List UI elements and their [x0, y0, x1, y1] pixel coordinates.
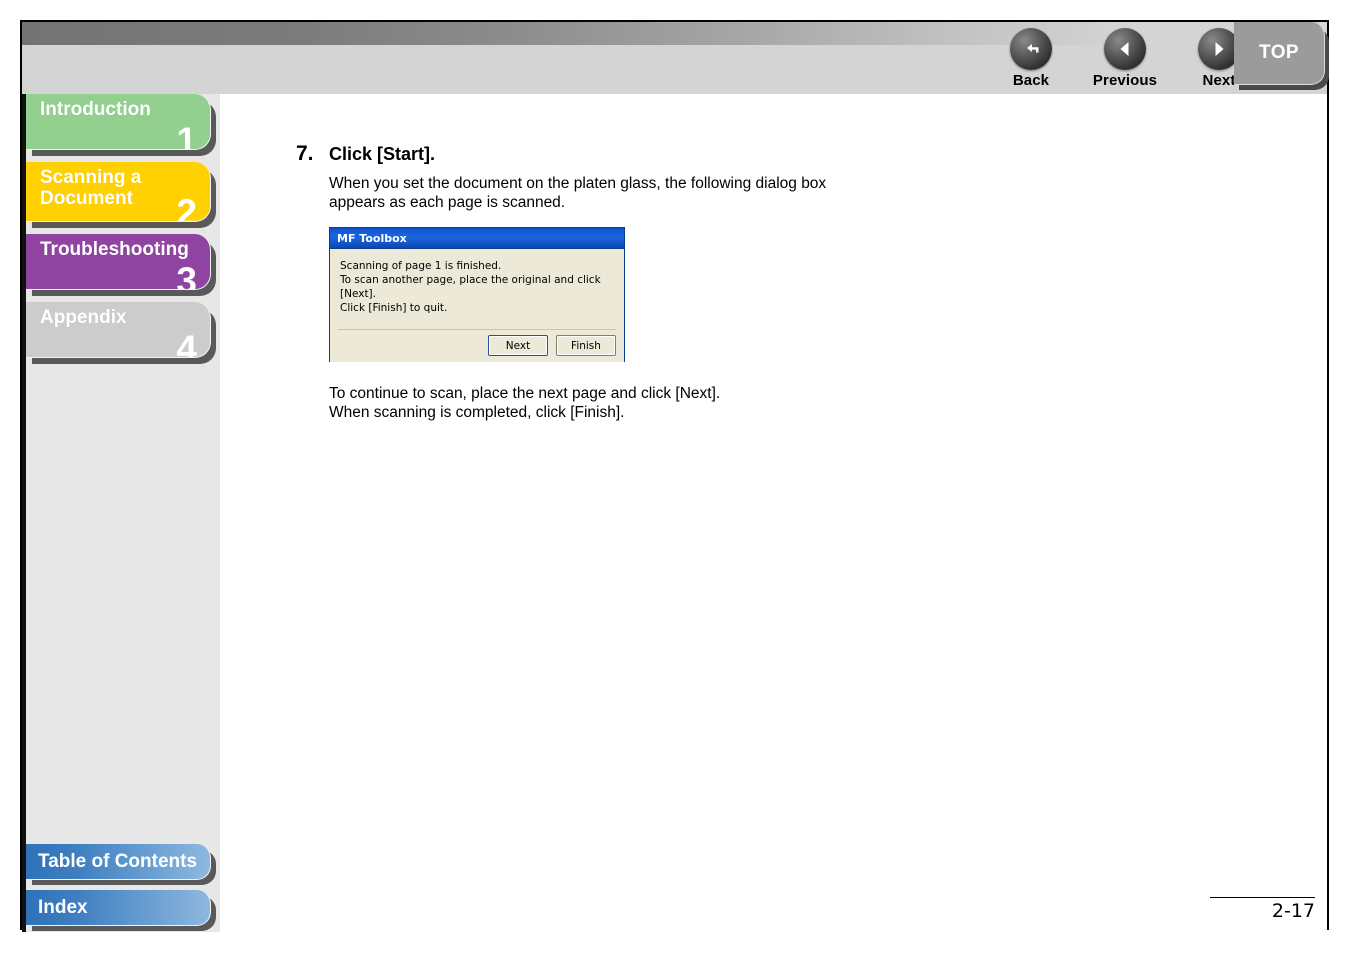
tab-face: Troubleshooting 3 — [26, 234, 211, 290]
sidebar-item-number: 1 — [176, 120, 197, 150]
sidebar-item-appendix[interactable]: Appendix 4 — [26, 302, 216, 364]
top-tab-button[interactable]: TOP — [1234, 22, 1329, 90]
sidebar-item-scanning-a-document[interactable]: Scanning a Document 2 — [26, 162, 216, 228]
back-button-label: Back — [1012, 72, 1050, 89]
dialog-body: Scanning of page 1 is finished. To scan … — [330, 249, 624, 362]
sidebar-item-label: Scanning a Document — [40, 167, 142, 209]
sidebar-item-troubleshooting[interactable]: Troubleshooting 3 — [26, 234, 216, 296]
top-tab-face: TOP — [1234, 22, 1325, 85]
dialog-next-button[interactable]: Next — [488, 335, 548, 356]
sidebar-item-label: Index — [38, 896, 88, 918]
dialog-message-line-3: Click [Finish] to quit. — [340, 302, 448, 314]
tab-face: Scanning a Document 2 — [26, 162, 211, 222]
previous-button-label: Previous — [1092, 72, 1158, 89]
sidebar-item-number: 3 — [176, 260, 197, 290]
sidebar-chapter-tabs: Introduction 1 Scanning a Document 2 Tro… — [26, 94, 224, 370]
back-arrow-icon — [1010, 28, 1052, 70]
page-frame: Back Previous Next TOP Introduction 1 Sc… — [20, 20, 1329, 932]
page-number: 2-17 — [1210, 897, 1315, 922]
sidebar-item-label: Table of Contents — [38, 850, 198, 872]
tab-face: Introduction 1 — [26, 94, 211, 150]
sidebar-item-label: Troubleshooting — [40, 239, 189, 260]
sidebar-item-number: 4 — [176, 328, 197, 358]
next-button-label: Next — [1202, 72, 1236, 89]
dialog-titlebar: MF Toolbox — [330, 228, 624, 249]
step-description: When you set the document on the platen … — [329, 175, 827, 211]
sidebar-bottom-links: Table of Contents Index — [26, 840, 224, 932]
dialog-separator — [338, 329, 616, 330]
step-number: 7. — [296, 142, 314, 165]
left-triangle-icon — [1104, 28, 1146, 70]
step-title: Click [Start]. — [329, 144, 436, 164]
previous-button[interactable]: Previous — [1091, 28, 1159, 89]
main-content: 7. Click [Start]. When you set the docum… — [220, 94, 1327, 932]
step-block: 7. Click [Start]. When you set the docum… — [296, 142, 856, 212]
closing-paragraph: To continue to scan, place the next page… — [329, 385, 721, 421]
dialog-message-line-2: To scan another page, place the original… — [340, 274, 601, 300]
tab-face: Appendix 4 — [26, 302, 211, 358]
header: Back Previous Next TOP — [22, 22, 1329, 94]
sidebar-item-table-of-contents[interactable]: Table of Contents — [26, 844, 216, 886]
mf-toolbox-dialog: MF Toolbox Scanning of page 1 is finishe… — [329, 227, 625, 362]
sidebar-item-label: Introduction — [40, 99, 151, 120]
sidebar: Introduction 1 Scanning a Document 2 Tro… — [22, 94, 220, 932]
dialog-button-row: Next Finish — [488, 335, 616, 356]
dialog-finish-button[interactable]: Finish — [556, 335, 616, 356]
tab-face: Table of Contents — [26, 844, 211, 880]
back-button[interactable]: Back — [997, 28, 1065, 89]
dialog-message-line-1: Scanning of page 1 is finished. — [340, 260, 502, 272]
tab-face: Index — [26, 890, 211, 926]
top-tab-label: TOP — [1259, 42, 1299, 63]
sidebar-item-introduction[interactable]: Introduction 1 — [26, 94, 216, 156]
sidebar-item-number: 2 — [176, 192, 197, 222]
sidebar-item-label: Appendix — [40, 307, 127, 328]
header-nav-buttons: Back Previous Next — [997, 28, 1253, 89]
sidebar-item-index[interactable]: Index — [26, 890, 216, 932]
dialog-title: MF Toolbox — [337, 231, 407, 245]
step-heading: 7. Click [Start]. — [296, 142, 856, 166]
